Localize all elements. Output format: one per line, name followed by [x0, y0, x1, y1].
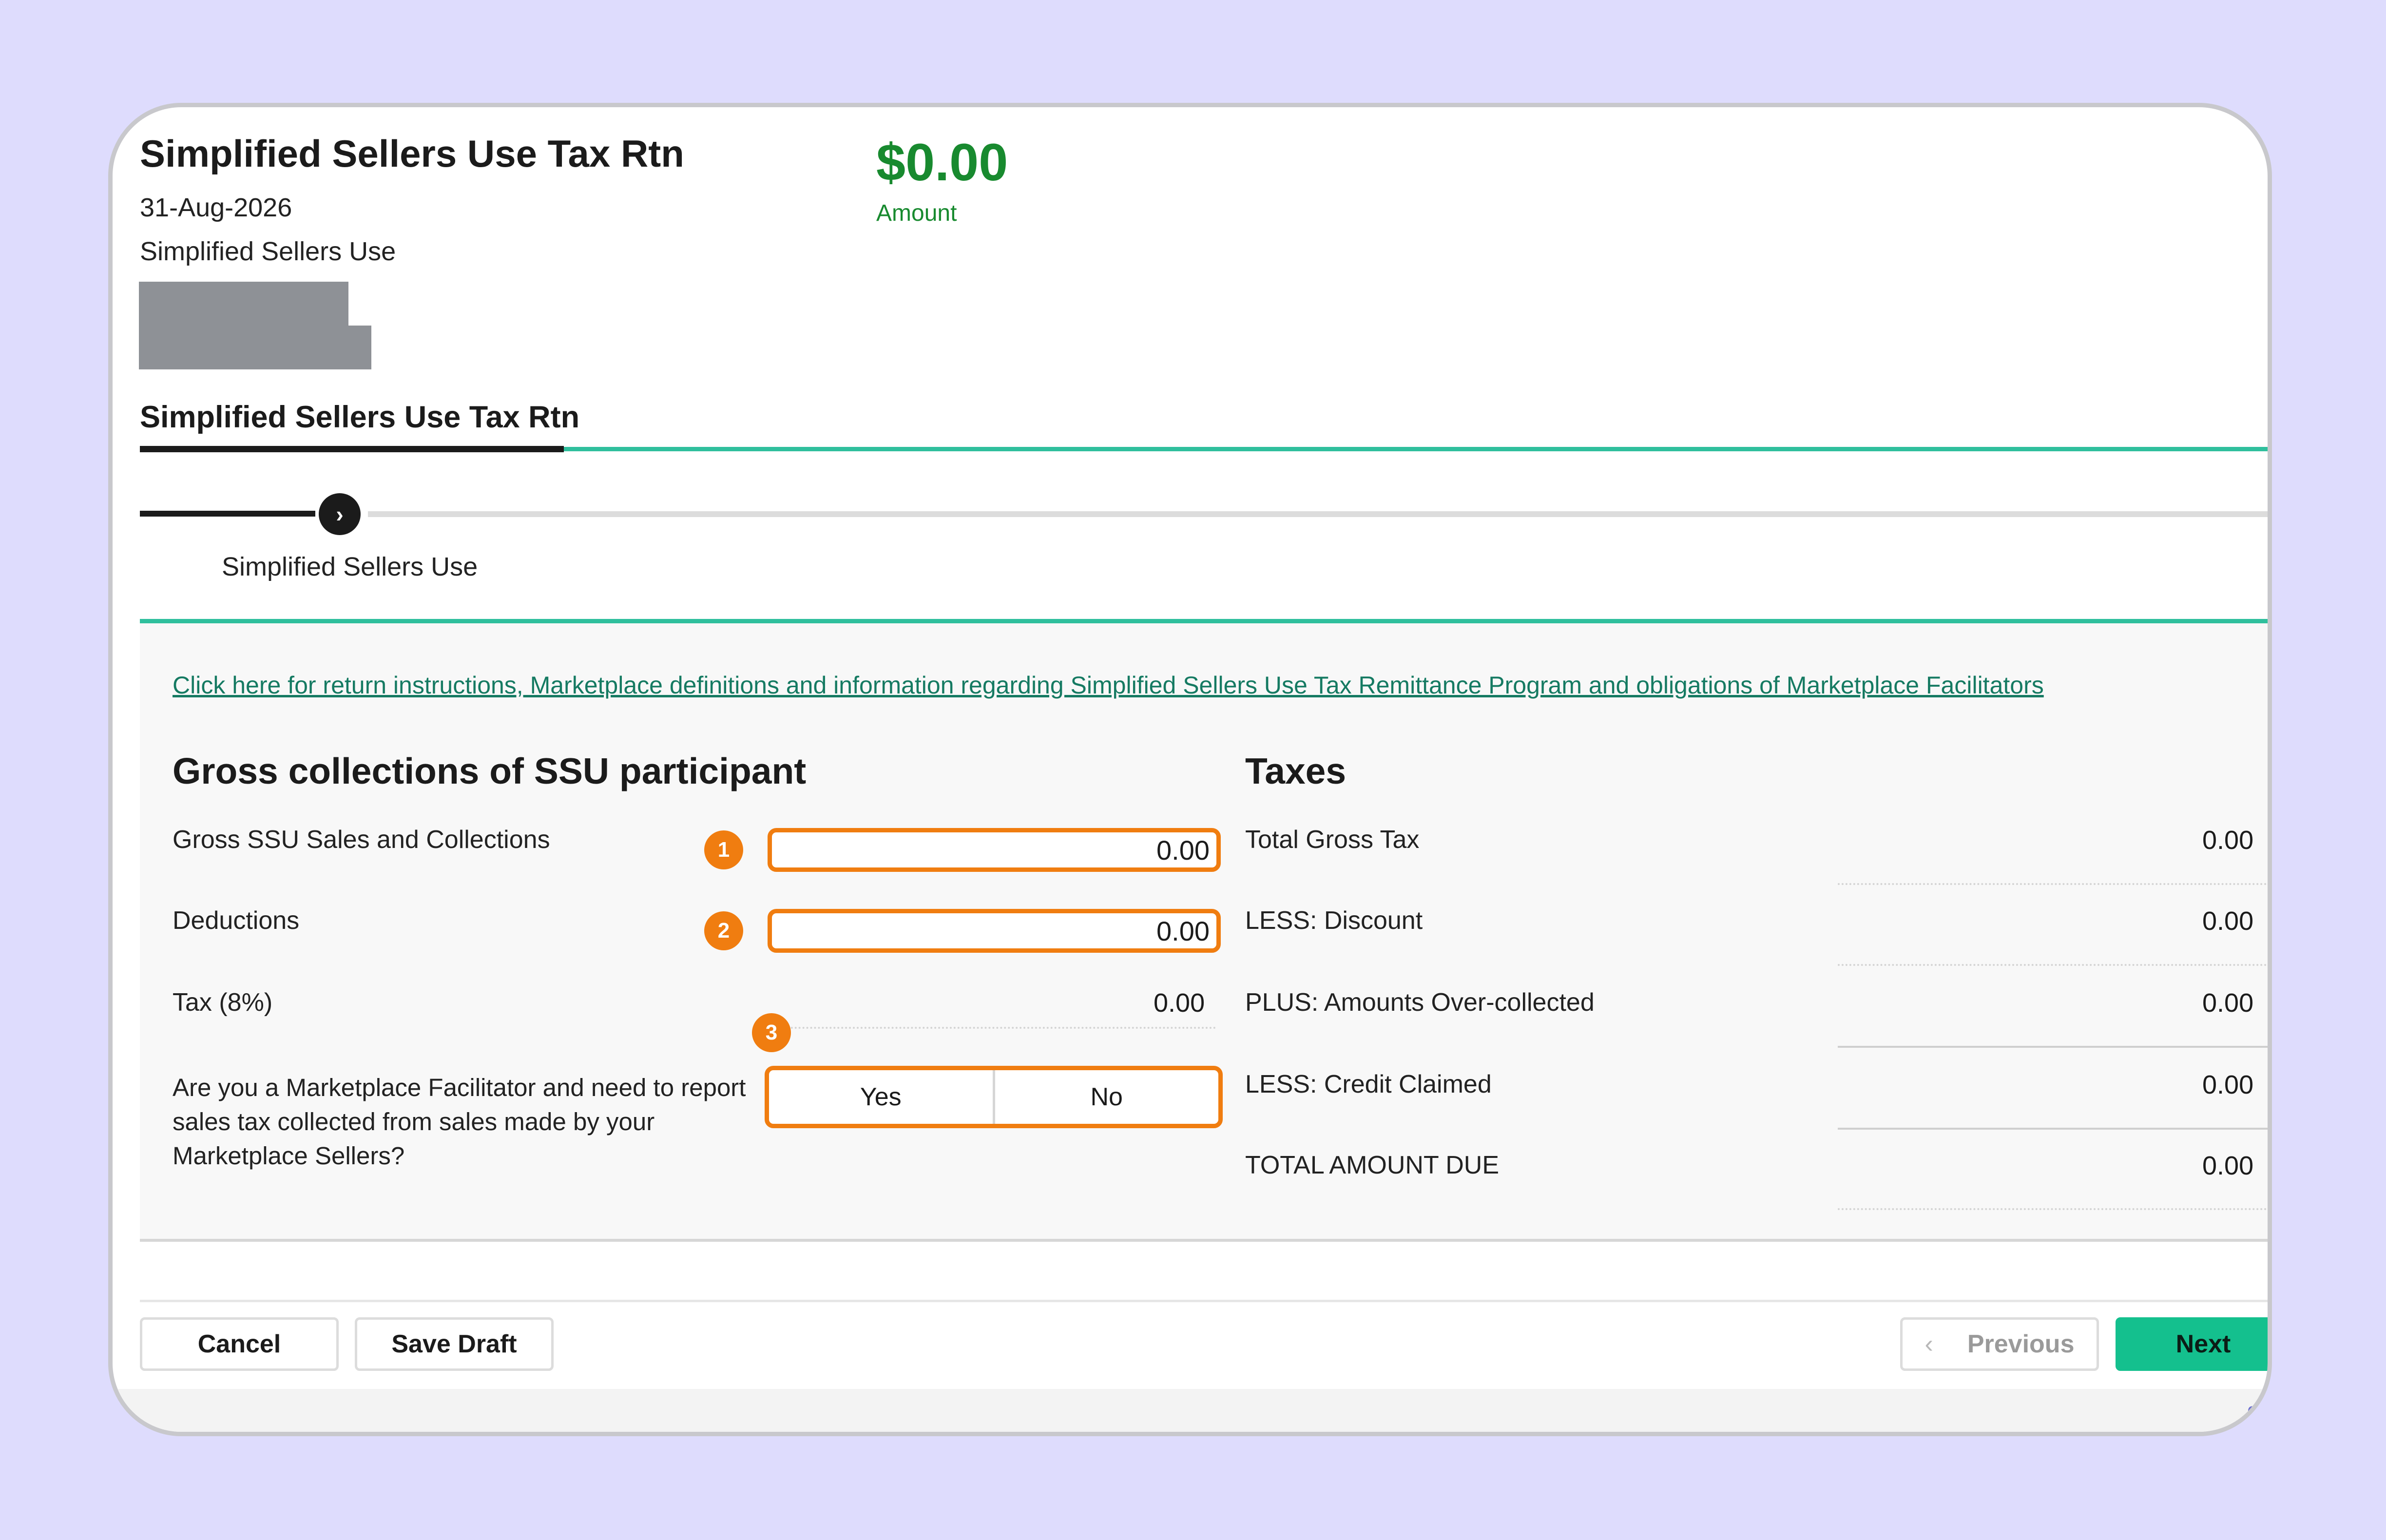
- callout-badge-1: 1: [704, 830, 743, 869]
- corner-text: g: [2247, 1399, 2259, 1423]
- credit-claimed-value: 0.00: [2202, 1070, 2254, 1099]
- return-date: 31-Aug-2026: [140, 193, 292, 222]
- redacted-block: [139, 326, 371, 369]
- redacted-block: [139, 282, 348, 326]
- discount-value: 0.00: [2202, 906, 2254, 936]
- gross-sales-input[interactable]: 0.00: [768, 828, 1221, 872]
- row-divider: [1838, 964, 2268, 966]
- taxes-heading: Taxes: [1245, 751, 1347, 791]
- next-button[interactable]: Next: [2116, 1317, 2268, 1371]
- total-amount-due-label: TOTAL AMOUNT DUE: [1245, 1151, 1500, 1179]
- footer-divider: [140, 1300, 2268, 1302]
- no-option[interactable]: No: [992, 1070, 1219, 1124]
- stepper-step-label: Simplified Sellers Use: [222, 552, 478, 581]
- deductions-input[interactable]: 0.00: [768, 909, 1221, 953]
- marketplace-question: Are you a Marketplace Facilitator and ne…: [173, 1074, 746, 1170]
- form-panel: Click here for return instructions, Mark…: [140, 619, 2268, 1242]
- chevron-left-icon: ‹: [1924, 1330, 1933, 1358]
- instructions-link[interactable]: Click here for return instructions, Mark…: [173, 671, 2044, 699]
- stepper-track: [368, 511, 2268, 517]
- bottom-strip: [113, 1389, 2268, 1432]
- stepper-progress: [140, 511, 315, 517]
- previous-button-label: Previous: [1967, 1330, 2075, 1358]
- total-amount-due-value: 0.00: [2202, 1151, 2254, 1180]
- amount-value: $0.00: [876, 133, 1008, 192]
- chevron-right-icon: ›: [336, 501, 344, 527]
- callout-badge-3: 3: [752, 1013, 791, 1052]
- tax-underline: [768, 1027, 1216, 1029]
- total-gross-tax-value: 0.00: [2202, 826, 2254, 855]
- row-divider: [1838, 883, 2268, 885]
- tax-value: 0.00: [1154, 988, 1205, 1018]
- row-divider: [1838, 1128, 2268, 1130]
- gross-sales-label: Gross SSU Sales and Collections: [173, 826, 550, 854]
- stepper-current-step[interactable]: ›: [319, 493, 361, 535]
- amount-label: Amount: [876, 200, 957, 226]
- row-divider: [1838, 1208, 2268, 1210]
- marketplace-facilitator-toggle: Yes No: [765, 1066, 1223, 1128]
- yes-option[interactable]: Yes: [769, 1070, 993, 1124]
- app-window: Simplified Sellers Use Tax Rtn 31-Aug-20…: [108, 103, 2272, 1436]
- previous-button[interactable]: ‹ Previous: [1900, 1317, 2099, 1371]
- return-type: Simplified Sellers Use: [140, 237, 396, 266]
- save-draft-button[interactable]: Save Draft: [355, 1317, 554, 1371]
- tax-label: Tax (8%): [173, 988, 273, 1017]
- over-collected-value: 0.00: [2202, 988, 2254, 1018]
- tab-simplified-sellers-use-tax-rtn[interactable]: Simplified Sellers Use Tax Rtn: [140, 400, 579, 435]
- total-gross-tax-label: Total Gross Tax: [1245, 826, 1420, 854]
- active-tab-indicator: [140, 446, 564, 452]
- credit-claimed-label: LESS: Credit Claimed: [1245, 1070, 1492, 1098]
- gross-collections-heading: Gross collections of SSU participant: [173, 751, 807, 791]
- cancel-button[interactable]: Cancel: [140, 1317, 339, 1371]
- over-collected-label: PLUS: Amounts Over-collected: [1245, 988, 1595, 1017]
- deductions-label: Deductions: [173, 906, 300, 935]
- row-divider: [1838, 1046, 2268, 1048]
- page-title: Simplified Sellers Use Tax Rtn: [140, 132, 684, 175]
- discount-label: LESS: Discount: [1245, 906, 1423, 935]
- callout-badge-2: 2: [704, 911, 743, 950]
